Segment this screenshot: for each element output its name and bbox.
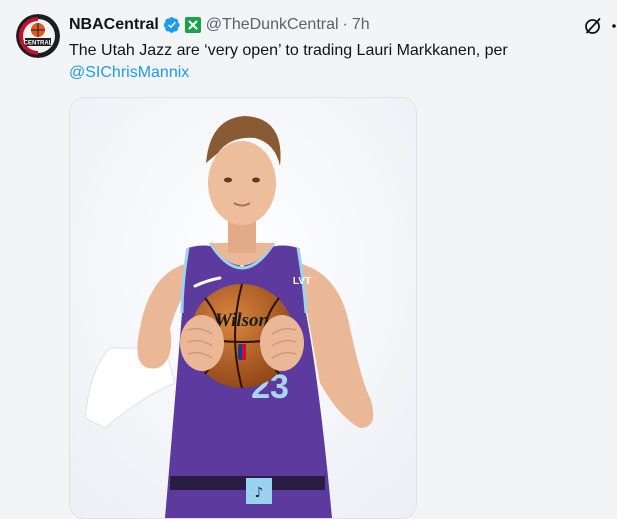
separator-dot: · xyxy=(342,16,348,33)
tweet-header: NBACentral @TheDunkCentral · 7h xyxy=(69,14,370,36)
ball-brand-text: Wilson xyxy=(215,310,269,331)
display-name[interactable]: NBACentral xyxy=(69,16,159,34)
verified-badge-icon[interactable] xyxy=(163,16,181,34)
nbacentral-logo: CENTRAL xyxy=(16,14,60,58)
jersey-sponsor-logo: LVT xyxy=(293,276,311,287)
grok-icon[interactable] xyxy=(583,16,603,36)
logo-text: CENTRAL xyxy=(24,41,53,47)
jazz-note-icon: ♪ xyxy=(255,485,264,501)
tweet: CENTRAL NBACentral @TheDunkCentral · 7h xyxy=(0,0,617,519)
avatar[interactable]: CENTRAL xyxy=(16,14,60,58)
timestamp[interactable]: 7h xyxy=(352,16,370,34)
tweet-body: The Utah Jazz are ‘very open’ to trading… xyxy=(69,42,508,59)
player-photo: LVT 23 ♪ Wilson xyxy=(70,98,416,518)
mention-link[interactable]: @SIChrisMannix xyxy=(69,64,189,81)
tweet-text: The Utah Jazz are ‘very open’ to trading… xyxy=(69,40,599,84)
more-icon[interactable] xyxy=(610,16,617,36)
handle[interactable]: @TheDunkCentral xyxy=(206,16,339,34)
affiliate-x-badge-icon[interactable] xyxy=(184,17,201,33)
tweet-media[interactable]: LVT 23 ♪ Wilson xyxy=(69,97,417,519)
